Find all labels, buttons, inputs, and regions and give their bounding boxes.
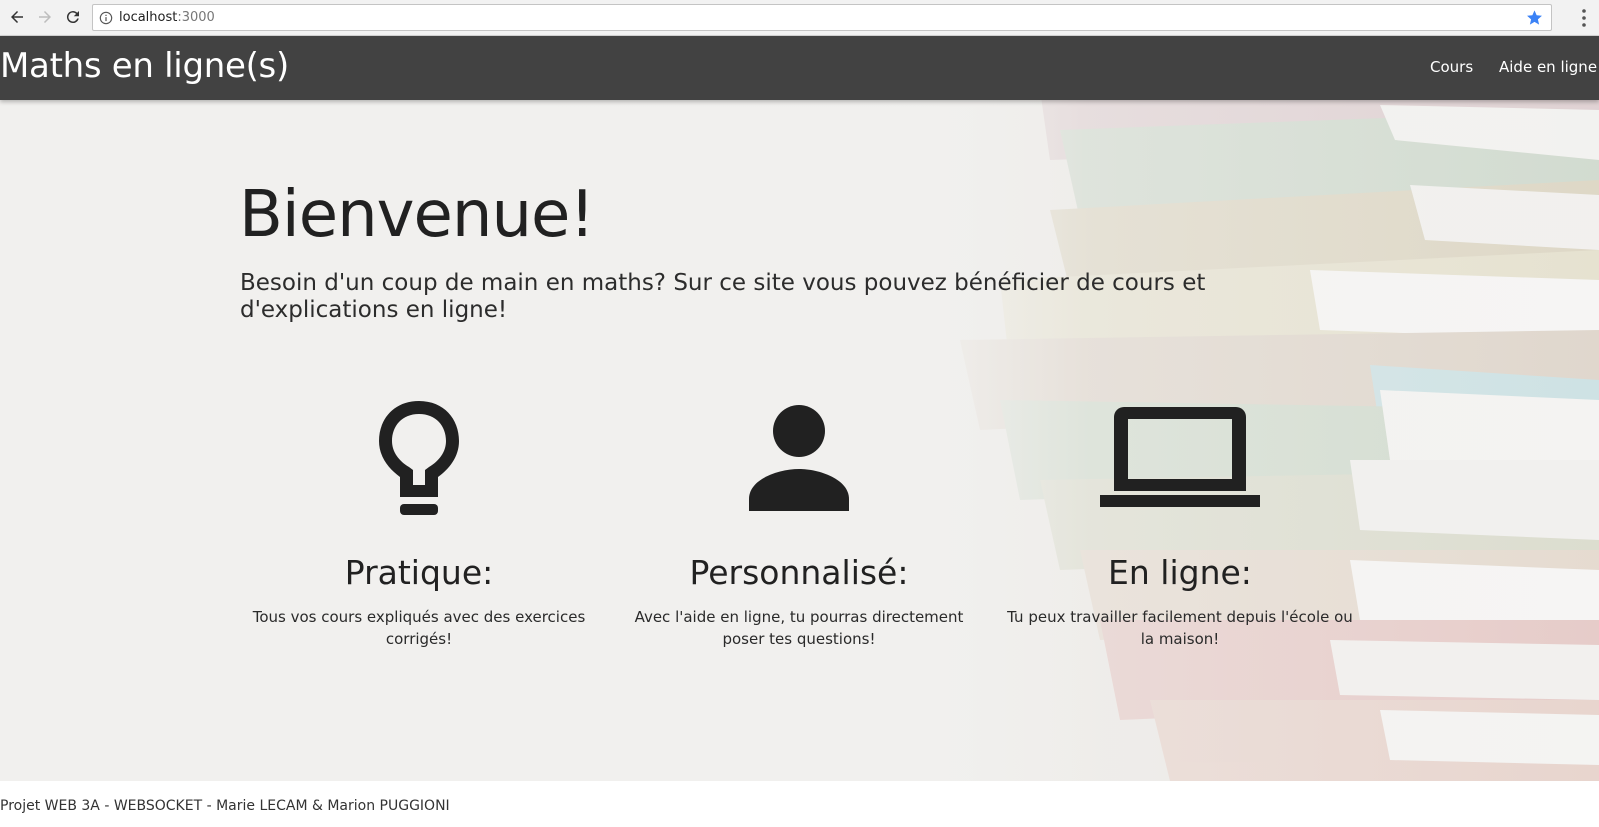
- laptop-icon: [1100, 406, 1260, 507]
- page-footer: Projet WEB 3A - WEBSOCKET - Marie LECAM …: [0, 798, 450, 814]
- bookmark-star-icon[interactable]: [1526, 9, 1543, 26]
- lightbulb-icon: [379, 400, 459, 515]
- feature-card-en-ligne: En ligne: Tu peux travailler facilement …: [1000, 390, 1360, 650]
- feature-card-personnalise: Personnalisé: Avec l'aide en ligne, tu p…: [619, 390, 979, 650]
- browser-toolbar: localhost:3000: [0, 0, 1599, 36]
- feature-title-personnalise: Personnalisé:: [689, 553, 909, 592]
- url-text: localhost:3000: [119, 10, 215, 25]
- feature-text-en-ligne: Tu peux travailler facilement depuis l'é…: [1007, 608, 1353, 648]
- info-icon[interactable]: [99, 11, 113, 25]
- top-navbar: Maths en ligne(s) Cours Aide en ligne: [0, 36, 1599, 100]
- feature-card-pratique: Pratique: Tous vos cours expliqués avec …: [239, 390, 599, 650]
- address-bar[interactable]: localhost:3000: [92, 4, 1552, 31]
- forward-arrow-icon[interactable]: [34, 6, 56, 28]
- back-arrow-icon[interactable]: [6, 6, 28, 28]
- feature-text-pratique: Tous vos cours expliqués avec des exerci…: [252, 608, 586, 648]
- feature-text-personnalise: Avec l'aide en ligne, tu pourras directe…: [634, 608, 964, 648]
- nav-link-aide-en-ligne[interactable]: Aide en ligne: [1499, 58, 1597, 76]
- page-title: Bienvenue!: [239, 178, 595, 252]
- feature-title-pratique: Pratique:: [344, 553, 494, 592]
- feature-title-en-ligne: En ligne:: [1108, 553, 1252, 592]
- hero-section: Bienvenue! Besoin d'un coup de main en m…: [0, 100, 1599, 781]
- brand-logo-link[interactable]: Maths en ligne(s): [0, 46, 289, 86]
- nav-link-cours[interactable]: Cours: [1430, 58, 1473, 76]
- person-icon: [749, 404, 849, 511]
- browser-menu-icon[interactable]: [1581, 8, 1587, 28]
- reload-icon[interactable]: [62, 6, 84, 28]
- page-subtitle: Besoin d'un coup de main en maths? Sur c…: [240, 270, 1206, 323]
